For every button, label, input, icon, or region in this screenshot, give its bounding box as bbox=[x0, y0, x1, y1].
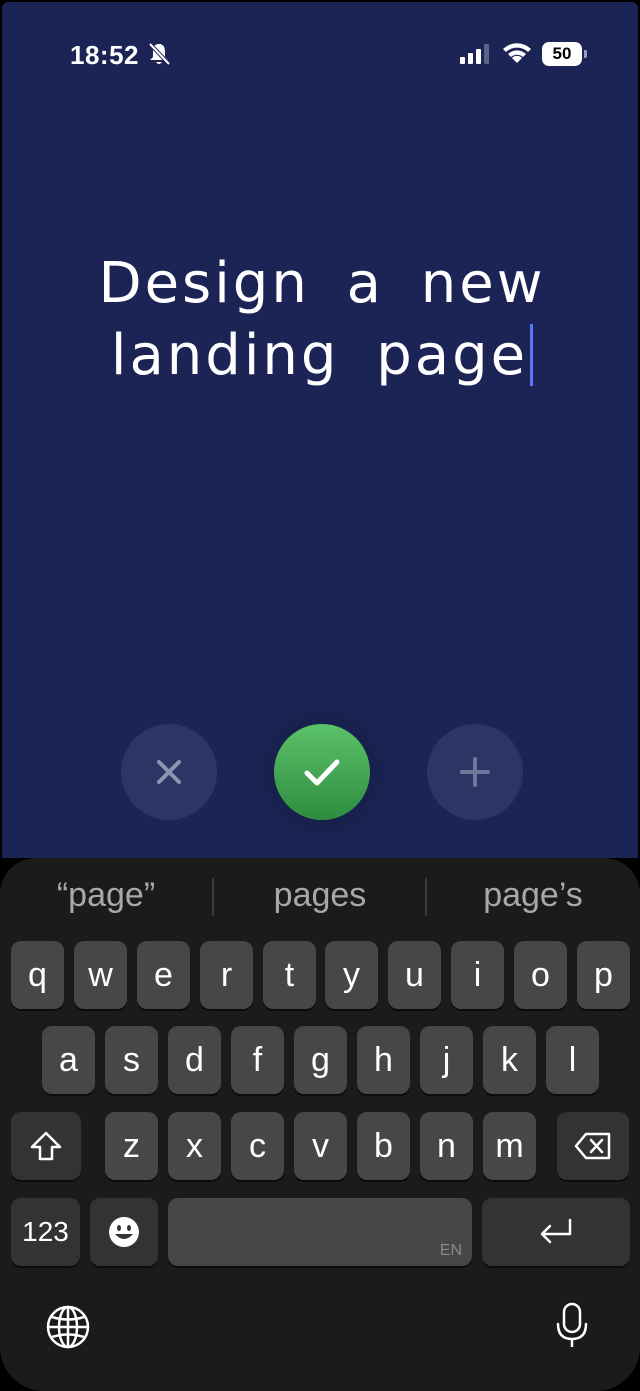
key-r[interactable]: r bbox=[200, 941, 253, 1009]
suggestion-divider bbox=[212, 878, 214, 916]
close-icon bbox=[157, 760, 181, 784]
key-v[interactable]: v bbox=[294, 1112, 347, 1180]
cellular-signal-icon bbox=[460, 44, 489, 64]
shift-key[interactable] bbox=[11, 1112, 81, 1180]
return-key[interactable] bbox=[482, 1198, 630, 1266]
key-q[interactable]: q bbox=[11, 941, 64, 1009]
emoji-key[interactable] bbox=[90, 1198, 158, 1266]
return-icon bbox=[540, 1218, 572, 1244]
suggestion-item[interactable]: page’s bbox=[433, 876, 633, 915]
battery-level: 50 bbox=[542, 42, 582, 66]
key-y[interactable]: y bbox=[325, 941, 378, 1009]
key-s[interactable]: s bbox=[105, 1026, 158, 1094]
key-b[interactable]: b bbox=[357, 1112, 410, 1180]
emoji-icon bbox=[109, 1217, 139, 1247]
task-editor-area: 18:52 50 Design a new landing page bbox=[2, 2, 638, 858]
key-u[interactable]: u bbox=[388, 941, 441, 1009]
key-p[interactable]: p bbox=[577, 941, 630, 1009]
key-x[interactable]: x bbox=[168, 1112, 221, 1180]
numbers-key[interactable]: 123 bbox=[11, 1198, 80, 1266]
text-cursor bbox=[530, 324, 534, 386]
key-k[interactable]: k bbox=[483, 1026, 536, 1094]
confirm-button[interactable] bbox=[274, 724, 370, 820]
shift-arrow-icon bbox=[30, 1131, 62, 1161]
screen: 18:52 50 Design a new landing page “page… bbox=[0, 0, 640, 1391]
backspace-icon bbox=[574, 1132, 611, 1160]
task-text: Design a new landing page bbox=[98, 251, 546, 388]
suggestion-item[interactable]: “page” bbox=[6, 876, 206, 915]
key-j[interactable]: j bbox=[420, 1026, 473, 1094]
microphone-icon[interactable] bbox=[548, 1301, 596, 1349]
delete-key[interactable] bbox=[557, 1112, 629, 1180]
key-a[interactable]: a bbox=[42, 1026, 95, 1094]
key-g[interactable]: g bbox=[294, 1026, 347, 1094]
key-h[interactable]: h bbox=[357, 1026, 410, 1094]
add-button[interactable] bbox=[427, 724, 523, 820]
key-m[interactable]: m bbox=[483, 1112, 536, 1180]
suggestion-divider bbox=[425, 878, 427, 916]
battery-tip bbox=[584, 50, 587, 58]
checkmark-icon bbox=[304, 759, 340, 786]
key-e[interactable]: e bbox=[137, 941, 190, 1009]
keyboard: “page” pages page’s q w e r t y u i o p … bbox=[0, 858, 640, 1391]
wifi-icon bbox=[503, 43, 531, 63]
space-bar[interactable]: EN bbox=[168, 1198, 472, 1266]
key-i[interactable]: i bbox=[451, 941, 504, 1009]
battery-indicator: 50 bbox=[542, 42, 587, 66]
key-c[interactable]: c bbox=[231, 1112, 284, 1180]
key-o[interactable]: o bbox=[514, 941, 567, 1009]
key-t[interactable]: t bbox=[263, 941, 316, 1009]
suggestion-item[interactable]: pages bbox=[220, 876, 420, 915]
key-d[interactable]: d bbox=[168, 1026, 221, 1094]
suggestion-bar: “page” pages page’s bbox=[0, 858, 640, 940]
cancel-button[interactable] bbox=[121, 724, 217, 820]
key-w[interactable]: w bbox=[74, 941, 127, 1009]
key-l[interactable]: l bbox=[546, 1026, 599, 1094]
plus-icon bbox=[460, 757, 490, 787]
key-n[interactable]: n bbox=[420, 1112, 473, 1180]
bell-muted-icon bbox=[148, 42, 170, 66]
key-f[interactable]: f bbox=[231, 1026, 284, 1094]
status-time: 18:52 bbox=[70, 40, 139, 70]
language-label: EN bbox=[439, 1242, 462, 1259]
task-text-input[interactable]: Design a new landing page bbox=[62, 248, 582, 392]
globe-icon[interactable] bbox=[44, 1303, 92, 1351]
key-z[interactable]: z bbox=[105, 1112, 158, 1180]
